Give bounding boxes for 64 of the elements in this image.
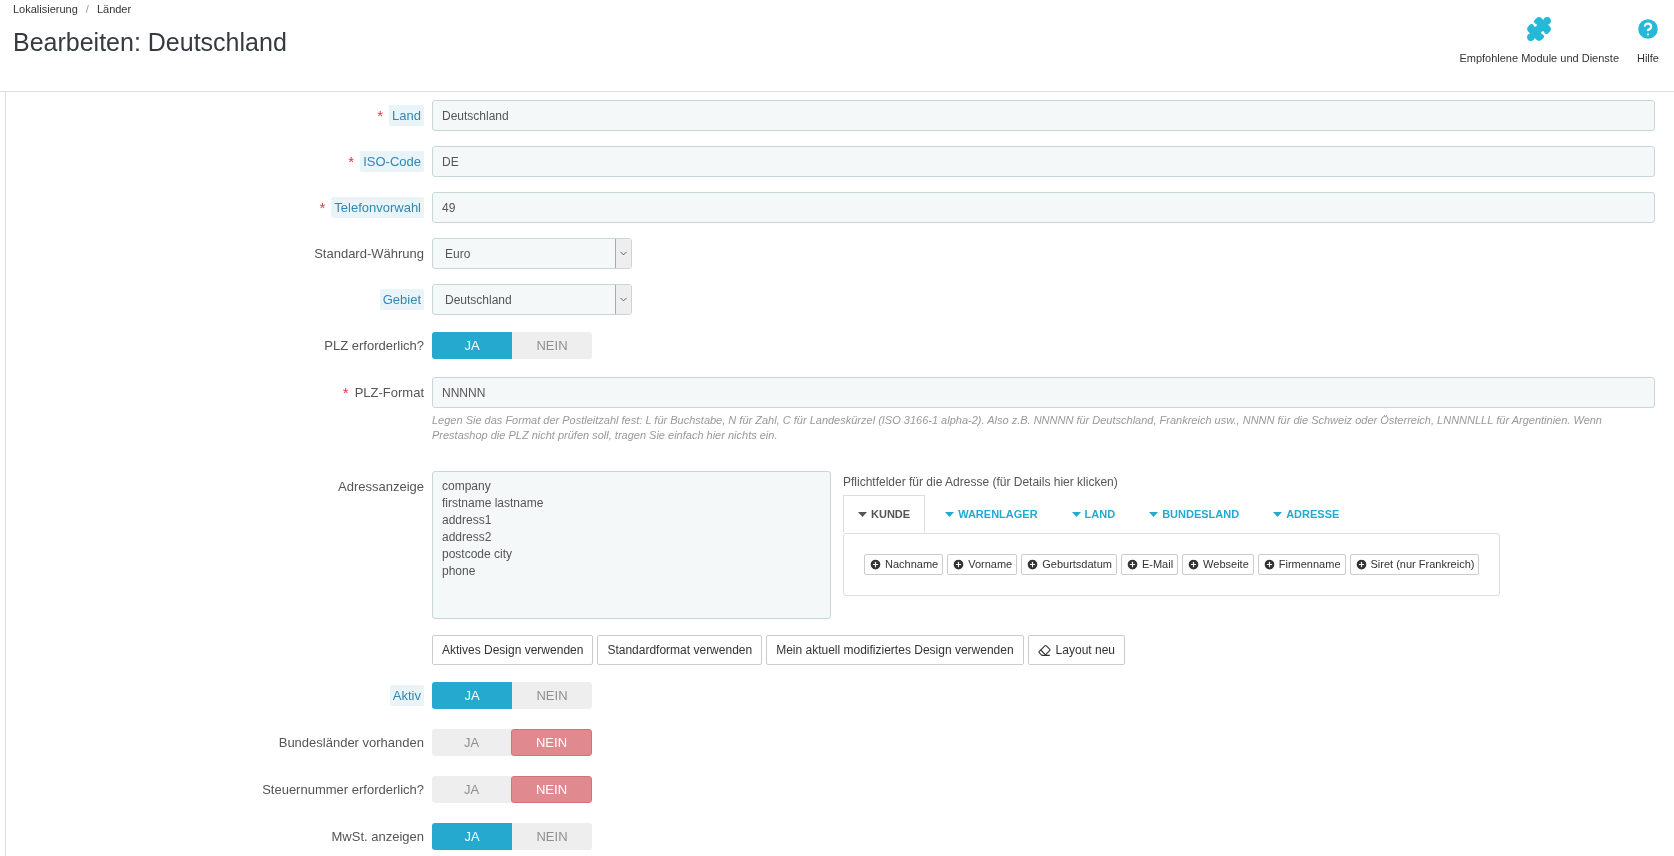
caret-icon (858, 511, 867, 517)
field-label: Gebiet (379, 288, 424, 311)
field-label: Land (389, 104, 424, 127)
field-label: Bundesländer vorhanden (278, 733, 424, 752)
breadcrumb-link[interactable]: Länder (96, 1, 132, 18)
address-tab[interactable]: KUNDE (843, 495, 926, 533)
plus-circle-icon (1026, 558, 1040, 571)
eraser-icon (1037, 643, 1051, 657)
page-title: Bearbeiten: Deutschland (13, 26, 287, 58)
field-label: Aktiv (389, 684, 424, 707)
field-label: MwSt. anzeigen (331, 827, 424, 846)
select-field[interactable]: Deutschland (432, 284, 632, 315)
add-field-button[interactable]: Vorname (947, 554, 1018, 575)
add-field-button[interactable]: Firmenname (1257, 554, 1346, 575)
caret-icon (1149, 511, 1159, 517)
format-button[interactable]: Aktives Design verwenden (432, 635, 594, 665)
plus-circle-icon (869, 558, 882, 571)
text-field[interactable]: Deutschland (432, 100, 1655, 131)
field-label: Adressanzeige (338, 477, 424, 496)
field-label: PLZ-Format (354, 383, 424, 402)
plus-circle-icon (1187, 558, 1201, 571)
format-button[interactable]: Standardformat verwenden (597, 635, 763, 665)
address-line: company (442, 478, 492, 495)
plus-circle-icon (1354, 558, 1368, 571)
add-field-button[interactable]: Webseite (1182, 554, 1254, 575)
address-line: address2 (442, 529, 493, 546)
address-line: address1 (442, 512, 493, 529)
field-label: ISO-Code (360, 150, 424, 173)
address-line: phone (442, 563, 477, 580)
caret-icon (1071, 511, 1081, 517)
required-asterisk: * (319, 200, 326, 215)
add-field-button[interactable]: Nachname (864, 554, 944, 575)
plus-circle-icon (1125, 558, 1139, 571)
breadcrumb-separator: / (85, 2, 89, 17)
address-line: firstname lastname (442, 495, 545, 512)
help-text: Legen Sie das Format der Postleitzahl fest: L für Buchstabe, N für Zahl, C für Landeskürzel (ISO 3166-1 alpha-2). Also z.B. NNNNN für Deutschland, Frankreich usw., NNNN für die Schweiz oder Österreich, LNNNNLLL für Argentinien. Wenn Prestashop die PLZ nicht prüfen soll, tragen Sie einfach hier nichts ein. (432, 413, 1603, 443)
plus-circle-icon (952, 558, 966, 571)
puzzle-icon (1526, 16, 1553, 42)
select-field[interactable]: Euro (432, 238, 632, 269)
field-label: Steuernummer erforderlich? (262, 780, 424, 799)
text-field[interactable]: DE (432, 146, 1655, 177)
format-button[interactable]: Layout neu (1027, 635, 1125, 665)
required-asterisk: * (348, 154, 355, 169)
caret-icon (945, 511, 955, 517)
required-fields-link[interactable]: Pflichtfelder für die Adresse (für Details hier klicken) (843, 473, 1501, 491)
add-field-button[interactable]: E-Mail (1120, 554, 1179, 575)
required-asterisk: * (377, 108, 384, 123)
required-asterisk: * (342, 385, 349, 400)
help-icon (1635, 16, 1661, 42)
caret-icon (1273, 511, 1283, 517)
plus-circle-icon (1262, 558, 1276, 571)
address-line: postcode city (442, 546, 514, 563)
toolbar-button[interactable]: Empfohlene Module und Dienste (1459, 16, 1619, 70)
text-field[interactable]: NNNNN (432, 377, 1655, 408)
text-field[interactable]: 49 (432, 192, 1655, 223)
breadcrumb-link[interactable]: Lokalisierung (13, 1, 78, 18)
field-label: Standard-Währung (314, 244, 424, 263)
add-field-button[interactable]: Siret (nur Frankreich) (1349, 554, 1480, 575)
field-label: Telefonvorwahl (331, 196, 424, 219)
field-label: PLZ erforderlich? (324, 336, 424, 355)
format-button[interactable]: Mein aktuell modifiziertes Design verwenden (766, 635, 1024, 665)
toolbar-button[interactable]: Hilfe (1635, 16, 1661, 70)
add-field-button[interactable]: Geburtsdatum (1021, 554, 1117, 575)
address-layout-textarea[interactable]: company firstname lastname address1 address2 postcode city phone (432, 471, 831, 619)
